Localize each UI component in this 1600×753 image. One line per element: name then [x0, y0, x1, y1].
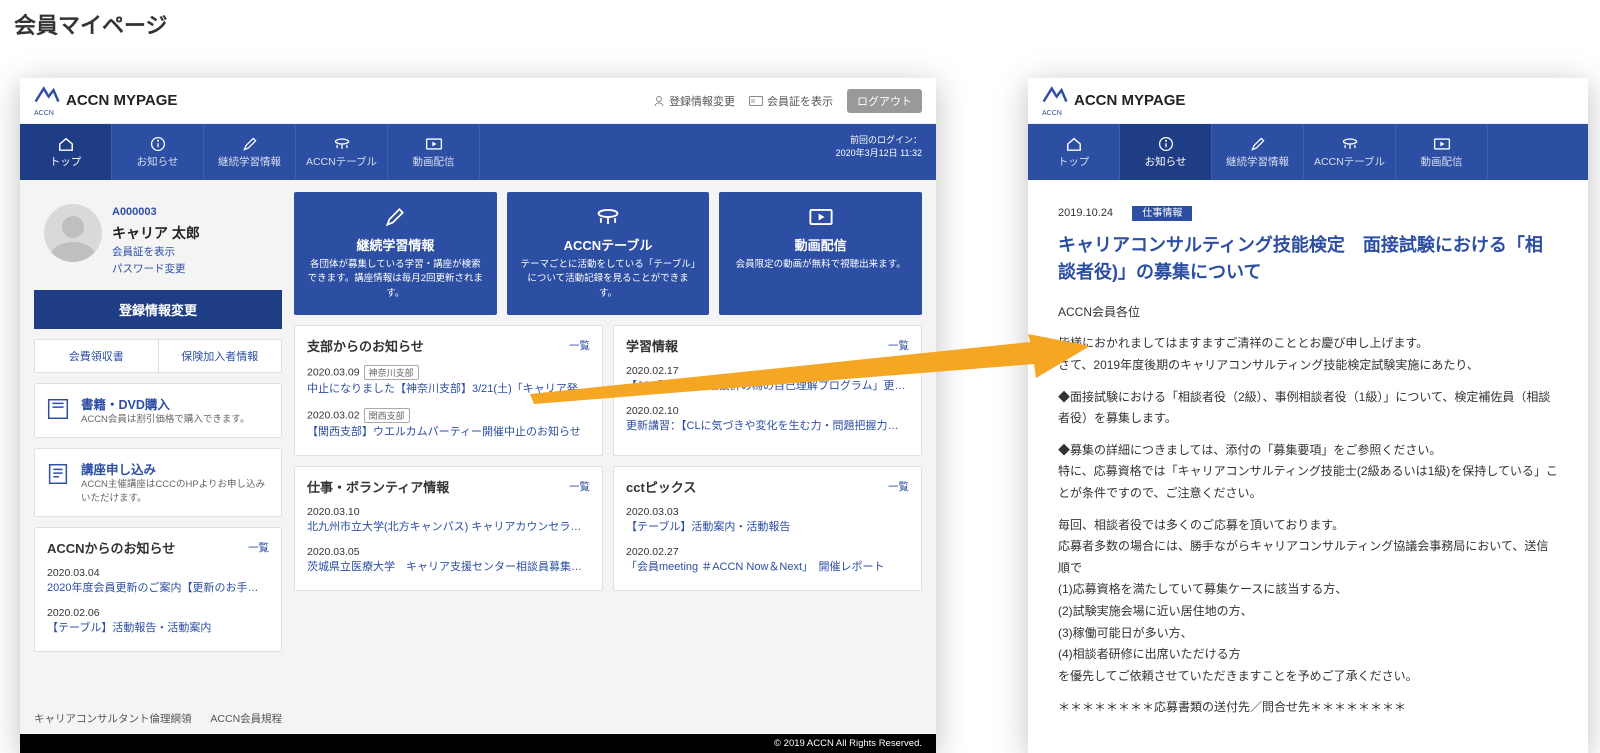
util-reg-change[interactable]: 登録情報変更 — [653, 93, 735, 109]
news-item[interactable]: 2020.03.03 【テーブル】活動案内・活動報告 — [626, 500, 909, 540]
article-title: キャリアコンサルティング技能検定 面接試験における「相談者役)」の募集について — [1058, 232, 1558, 286]
article-body: 2019.10.24 仕事情報 キャリアコンサルティング技能検定 面接試験におけ… — [1028, 180, 1588, 751]
article-text: ◆面接試験における「相談者役（2級）、事例相談者役（1級）」について、検定補佐員… — [1058, 387, 1558, 430]
card-icon — [749, 96, 763, 106]
logo-sublabel: ACCN — [34, 110, 60, 117]
info-icon — [1157, 136, 1175, 152]
header: ACCN ACCN MYPAGE 登録情報変更 会員証を表示 ログアウト — [20, 78, 936, 124]
home-icon — [1065, 136, 1083, 152]
news-item[interactable]: 2020.03.04 2020年度会員更新のご案内【更新のお手続き… — [47, 561, 269, 601]
nav-study[interactable]: 継続学習情報 — [204, 124, 296, 180]
news-item[interactable]: 2020.02.17 【JCC】「職業生活設計の為の自己理解プログラム」更新… — [626, 359, 909, 399]
nav-video[interactable]: 動画配信 — [388, 124, 480, 180]
nav-top[interactable]: トップ — [20, 124, 112, 180]
footer-link-rules[interactable]: ACCN会員規程 — [210, 713, 282, 725]
accn-news-title: ACCNからのお知らせ — [47, 538, 175, 557]
book-icon — [45, 396, 71, 422]
article-category: 仕事情報 — [1132, 206, 1192, 221]
logo[interactable]: ACCN ACCN MYPAGE — [34, 84, 177, 117]
article-text: ◆募集の詳細につきましては、添付の「募集要項」をご参照ください。 特に、応募資格… — [1058, 440, 1558, 505]
article-date: 2019.10.24 — [1058, 207, 1113, 219]
member-name: キャリア 太郎 — [112, 222, 200, 244]
news-item[interactable]: 2020.02.10 更新講習：【CLに気づきや変化を生む力・問題把握力と… — [626, 399, 909, 439]
panel-study: 学習情報一覧 2020.02.17 【JCC】「職業生活設計の為の自己理解プログ… — [613, 325, 922, 456]
tile-video[interactable]: 動画配信 会員限定の動画が無料で視聴出来ます。 — [719, 192, 922, 315]
news-item[interactable]: 2020.02.06 【テーブル】活動報告・活動案内 — [47, 601, 269, 641]
side-link-books[interactable]: 書籍・DVD購入 ACCN会員は割引価格で購入できます。 — [34, 383, 282, 438]
util-show-card[interactable]: 会員証を表示 — [749, 93, 833, 109]
panel-job: 仕事・ボランティア情報一覧 2020.03.10 北九州市立大学(北方キャンパス… — [294, 466, 603, 591]
header: ACCN ACCN MYPAGE — [1028, 78, 1588, 124]
pencil-icon — [1249, 136, 1267, 152]
brand-name: ACCN MYPAGE — [66, 92, 177, 109]
nav-study[interactable]: 継続学習情報 — [1212, 124, 1304, 180]
twin-insurance[interactable]: 保険加入者情報 — [159, 340, 282, 372]
logo-sublabel: ACCN — [1042, 110, 1068, 117]
logout-button[interactable]: ログアウト — [847, 89, 922, 113]
info-icon — [149, 136, 167, 152]
feature-tiles: 継続学習情報 各団体が募集している学習・講座が検索できます。講座情報は毎月2回更… — [294, 192, 922, 315]
video-icon — [425, 136, 443, 152]
table-icon — [595, 206, 621, 228]
logo[interactable]: ACCN ACCN MYPAGE — [1042, 84, 1185, 117]
news-item[interactable]: 2020.03.02関西支部 【関西支部】ウエルカムパーティー開催中止のお知らせ — [307, 402, 590, 445]
panel-topics: cctピックス一覧 2020.03.03 【テーブル】活動案内・活動報告 202… — [613, 466, 922, 591]
video-icon — [1433, 136, 1451, 152]
news-item[interactable]: 2020.03.09神奈川支部 中止になりました【神奈川支部】3/21(土)「キ… — [307, 359, 590, 402]
copyright: © 2019 ACCN All Rights Reserved. — [20, 734, 936, 753]
page-title: 会員マイページ — [0, 0, 1600, 48]
article-text: ＊＊＊＊＊＊＊＊応募書類の送付先／問合せ先＊＊＊＊＊＊＊＊ — [1058, 697, 1558, 719]
more-link[interactable]: 一覧 — [569, 338, 590, 353]
footer: キャリアコンサルタント倫理綱領 ACCN会員規程 © 2019 ACCN All… — [20, 703, 936, 753]
profile-block: A000003 キャリア 太郎 会員証を表示 パスワード変更 登録情報変更 — [34, 192, 282, 329]
more-link[interactable]: 一覧 — [569, 479, 590, 494]
nav-video[interactable]: 動画配信 — [1396, 124, 1488, 180]
footer-link-ethics[interactable]: キャリアコンサルタント倫理綱領 — [34, 713, 192, 725]
avatar — [44, 204, 102, 262]
nav-news[interactable]: お知らせ — [1120, 124, 1212, 180]
accn-news-more[interactable]: 一覧 — [248, 540, 269, 555]
main-nav: トップ お知らせ 継続学習情報 ACCNテーブル 動画配信 — [1028, 124, 1588, 180]
form-icon — [45, 461, 71, 487]
article-text: 皆様におかれましてはますますご清祥のこととお慶び申し上げます。 さて、2019年… — [1058, 333, 1558, 376]
brand-name: ACCN MYPAGE — [1074, 92, 1185, 109]
pencil-icon — [241, 136, 259, 152]
tile-table[interactable]: ACCNテーブル テーマごとに活動をしている「テーブル」について活動記録を見るこ… — [507, 192, 710, 315]
more-link[interactable]: 一覧 — [888, 479, 909, 494]
accn-news-panel: ACCNからのお知らせ 一覧 2020.03.04 2020年度会員更新のご案内… — [34, 527, 282, 652]
user-icon — [653, 95, 665, 107]
table-icon — [333, 136, 351, 152]
article-text: 毎回、相談者役では多くのご応募を頂いております。 応募者多数の場合には、勝手なが… — [1058, 515, 1558, 688]
article-window: ACCN ACCN MYPAGE トップ お知らせ 継続学習情報 ACCNテーブ… — [1028, 78, 1588, 753]
news-item[interactable]: 2020.03.10 北九州市立大学(北方キャンパス) キャリアカウンセラ… — [307, 500, 590, 540]
news-item[interactable]: 2020.03.05 茨城県立医療大学 キャリア支援センター相談員募集の… — [307, 540, 590, 580]
mypage-window: ACCN ACCN MYPAGE 登録情報変更 会員証を表示 ログアウト — [20, 78, 936, 753]
panel-branch: 支部からのお知らせ一覧 2020.03.09神奈川支部 中止になりました【神奈川… — [294, 325, 603, 456]
reg-change-button[interactable]: 登録情報変更 — [34, 290, 282, 329]
nav-news[interactable]: お知らせ — [112, 124, 204, 180]
link-show-card[interactable]: 会員証を表示 — [112, 244, 200, 261]
more-link[interactable]: 一覧 — [888, 338, 909, 353]
main-nav: トップ お知らせ 継続学習情報 ACCNテーブル 動画配信 前回のログイン： 2… — [20, 124, 936, 180]
home-icon — [57, 136, 75, 152]
news-item[interactable]: 2020.02.27 「会員meeting ＃ACCN Now＆Next」 開催… — [626, 540, 909, 580]
nav-top[interactable]: トップ — [1028, 124, 1120, 180]
article-text: ACCN会員各位 — [1058, 302, 1558, 324]
video-icon — [808, 206, 834, 228]
link-change-pw[interactable]: パスワード変更 — [112, 261, 200, 278]
twin-links: 会費領収書 保険加入者情報 — [34, 339, 282, 373]
side-link-course[interactable]: 講座申し込み ACCN主催講座はCCCのHPよりお申し込みいただけます。 — [34, 448, 282, 518]
member-id: A000003 — [112, 204, 200, 222]
nav-table[interactable]: ACCNテーブル — [1304, 124, 1396, 180]
last-login: 前回のログイン： 2020年3月12日 11:32 — [822, 124, 936, 180]
twin-receipt[interactable]: 会費領収書 — [35, 340, 159, 372]
nav-table[interactable]: ACCNテーブル — [296, 124, 388, 180]
table-icon — [1341, 136, 1359, 152]
tile-study[interactable]: 継続学習情報 各団体が募集している学習・講座が検索できます。講座情報は毎月2回更… — [294, 192, 497, 315]
pencil-icon — [382, 206, 408, 228]
